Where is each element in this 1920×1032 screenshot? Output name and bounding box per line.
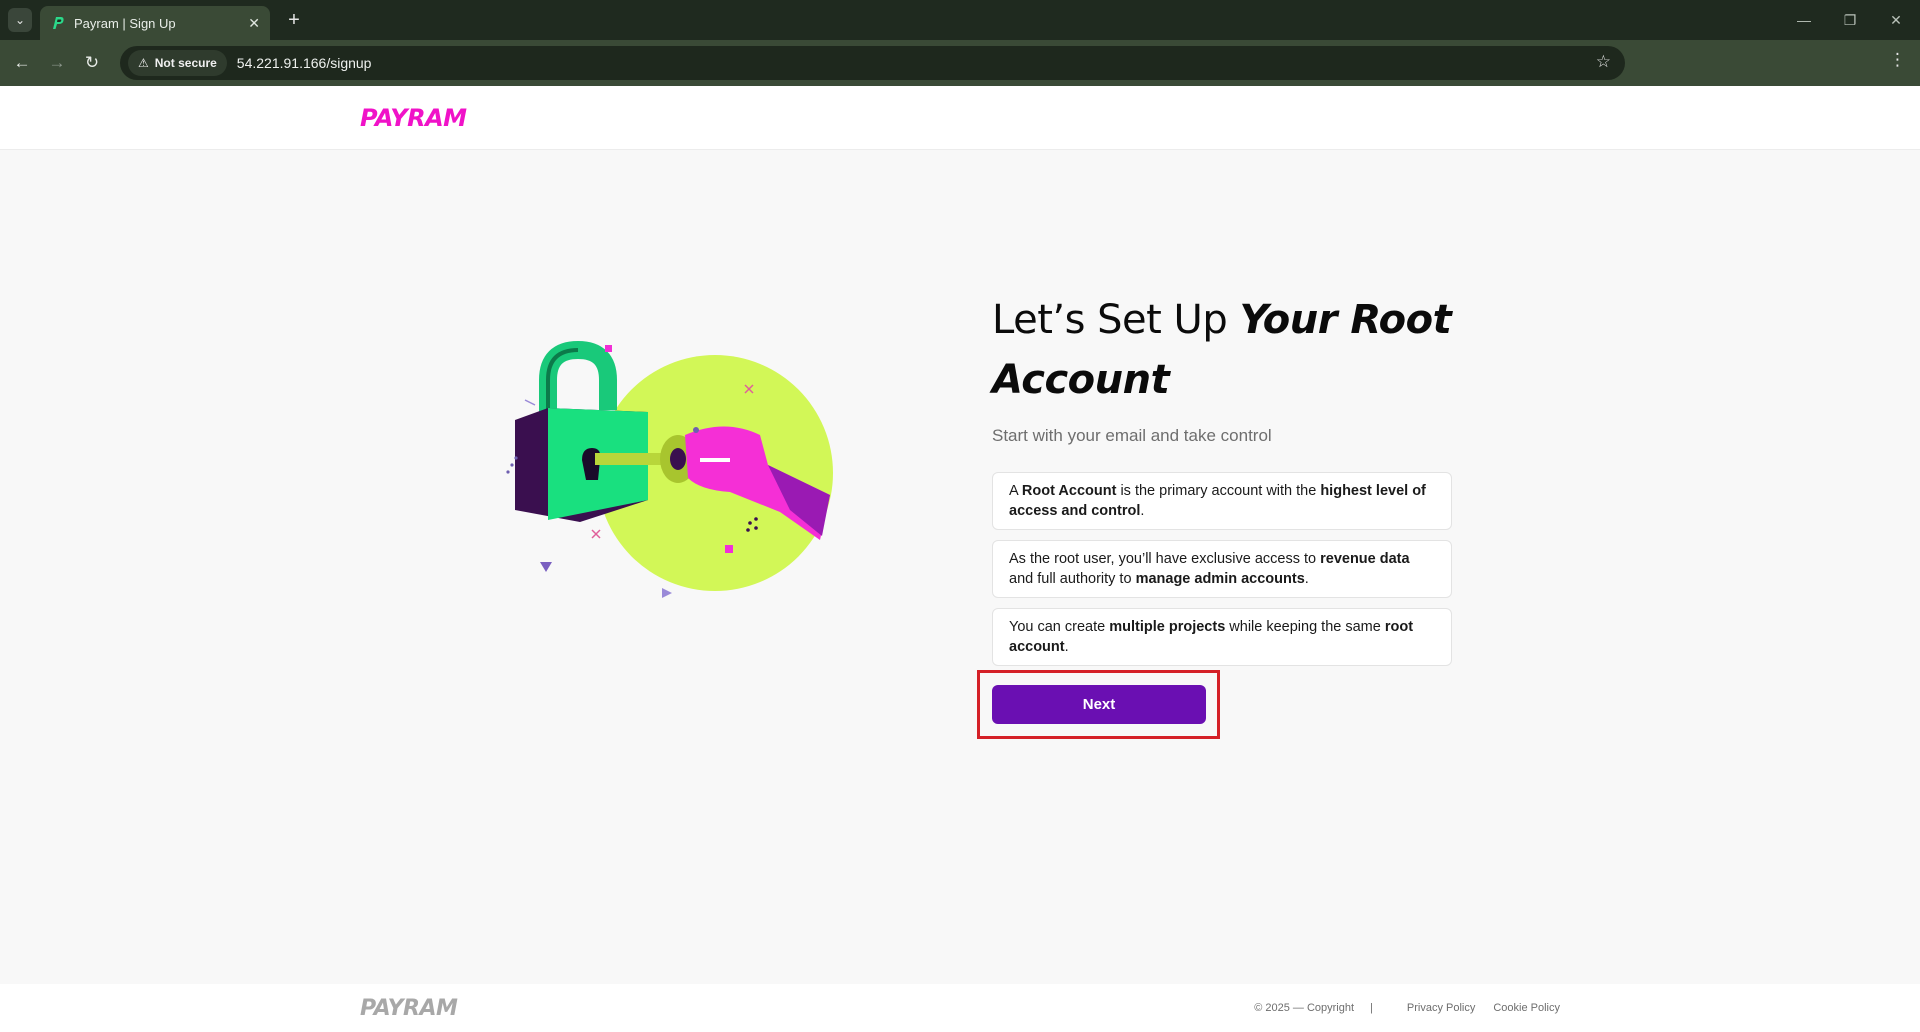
copyright-text: © 2025 — Copyright [1254, 1002, 1355, 1014]
minimize-icon[interactable]: — [1784, 8, 1824, 32]
info-card: As the root user, you’ll have exclusive … [992, 540, 1452, 598]
payram-logo[interactable]: PAYRAM [360, 104, 467, 132]
address-bar[interactable]: ⚠ Not secure 54.221.91.166/signup ☆ [120, 46, 1625, 80]
info-card-list: A Root Account is the primary account wi… [992, 472, 1452, 666]
card-bold: revenue data [1320, 551, 1410, 567]
page-subtitle: Start with your email and take control [992, 426, 1272, 445]
card-text: . [1064, 639, 1069, 655]
card-text: You can create [1009, 619, 1110, 635]
browser-tab-bar: ⌄ Payram | Sign Up ✕ + — ❐ ✕ [0, 0, 1920, 40]
tab-close-icon[interactable]: ✕ [248, 15, 260, 32]
back-arrow-icon[interactable]: ← [10, 51, 34, 75]
footer-links: © 2025 — Copyright | Privacy Policy Cook… [1254, 1002, 1560, 1014]
security-label: Not secure [154, 56, 217, 70]
signup-intro: Let’s Set Up Your Root Account Start wit… [992, 290, 1452, 666]
footer-payram-logo: PAYRAM [360, 996, 458, 1021]
lock-and-key-illustration [506, 340, 833, 598]
cookie-policy-link[interactable]: Cookie Policy [1493, 1002, 1560, 1014]
card-text: while keeping the same [1225, 619, 1385, 635]
footer-separator: | [1370, 1002, 1373, 1014]
card-bold: manage admin accounts [1135, 571, 1305, 587]
warning-triangle-icon: ⚠ [138, 56, 149, 70]
browser-tab[interactable]: Payram | Sign Up ✕ [40, 6, 270, 40]
card-text: As the root user, you’ll have exclusive … [1009, 551, 1321, 567]
card-text: is the primary account with the [1116, 483, 1321, 499]
tab-search-chevron-icon[interactable]: ⌄ [8, 8, 32, 32]
site-header: PAYRAM [0, 86, 1920, 150]
headline-plain: Let’s Set Up [992, 297, 1240, 343]
card-text: . [1304, 571, 1309, 587]
card-bold: multiple projects [1109, 619, 1226, 635]
window-close-icon[interactable]: ✕ [1876, 8, 1916, 32]
payram-favicon-icon [53, 17, 64, 29]
page-title: Let’s Set Up Your Root Account [992, 290, 1452, 410]
info-card: A Root Account is the primary account wi… [992, 472, 1452, 530]
privacy-policy-link[interactable]: Privacy Policy [1407, 1002, 1475, 1014]
reload-icon[interactable]: ↻ [80, 51, 104, 75]
next-button[interactable]: Next [992, 685, 1206, 724]
card-text: . [1140, 503, 1145, 519]
site-footer: PAYRAM © 2025 — Copyright | Privacy Poli… [0, 984, 1920, 1032]
new-tab-plus-icon[interactable]: + [282, 8, 306, 32]
restore-icon[interactable]: ❐ [1830, 8, 1870, 32]
tab-title: Payram | Sign Up [74, 15, 176, 31]
browser-toolbar: ← → ↻ ⚠ Not secure 54.221.91.166/signup … [0, 40, 1920, 86]
info-card: You can create multiple projects while k… [992, 608, 1452, 666]
card-text: and full authority to [1009, 571, 1136, 587]
security-indicator[interactable]: ⚠ Not secure [128, 50, 227, 76]
forward-arrow-icon[interactable]: → [45, 51, 69, 75]
browser-menu-icon[interactable]: ⋮ [1889, 50, 1906, 70]
bookmark-star-icon[interactable]: ☆ [1596, 52, 1611, 72]
card-text: A [1009, 483, 1022, 499]
url-text[interactable]: 54.221.91.166/signup [237, 55, 372, 71]
card-bold: Root Account [1021, 483, 1117, 499]
